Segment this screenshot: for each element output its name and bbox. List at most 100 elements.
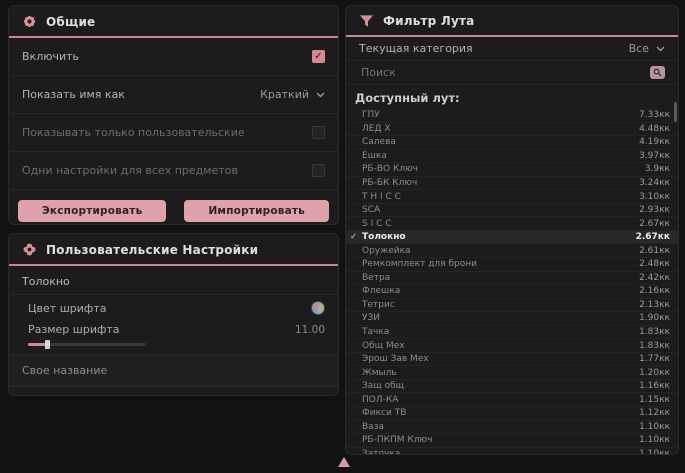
loot-list-item[interactable]: Жмыль1.20кк	[346, 366, 678, 380]
loot-item-value: 1.12кк	[639, 408, 670, 418]
loot-item-value: 1.10кк	[639, 435, 670, 445]
name-display-value: Краткий	[260, 88, 309, 101]
export-button[interactable]: Экспортировать	[18, 200, 166, 222]
font-size-slider-wrap	[9, 338, 338, 355]
font-size-slider[interactable]	[28, 343, 146, 346]
general-panel-header: Общие	[9, 6, 338, 36]
funnel-icon	[359, 14, 374, 28]
loot-item-value: 1.15кк	[639, 395, 670, 405]
panel-general: Общие Включить Показать имя как Краткий …	[8, 5, 339, 225]
loot-item-value: 1.83кк	[639, 327, 670, 337]
name-display-dropdown[interactable]: Краткий	[260, 88, 325, 101]
gear-icon	[22, 14, 37, 29]
loot-item-name: Фикси ТВ	[362, 408, 639, 418]
loot-item-name: Заточка	[362, 449, 639, 455]
import-export-row: Экспортировать Импортировать	[9, 190, 338, 225]
same-settings-checkbox[interactable]	[312, 164, 325, 177]
import-button[interactable]: Импортировать	[184, 200, 329, 222]
enable-checkbox[interactable]	[312, 50, 325, 63]
loot-item-name: SCA	[362, 205, 639, 215]
loot-list-item[interactable]: Салева4.19кк	[346, 136, 678, 150]
font-size-row: Размер шрифта 11.00	[9, 317, 338, 338]
panel-custom-settings: Пользовательские Настройки Толокно Цвет …	[8, 233, 339, 396]
loot-list-item[interactable]: ГПУ7.33кк	[346, 109, 678, 123]
loot-item-name: РБ-ПКПМ Ключ	[362, 435, 639, 445]
loot-list-item[interactable]: Ваза1.10кк	[346, 421, 678, 435]
category-value: Все	[629, 42, 649, 55]
custom-panel-header: Пользовательские Настройки	[9, 234, 338, 264]
custom-name-input[interactable]	[9, 355, 338, 387]
loot-item-value: 1.10кк	[639, 449, 670, 455]
category-row: Текущая категория Все	[346, 37, 678, 61]
loot-list-item[interactable]: Фикси ТВ1.12кк	[346, 407, 678, 421]
delete-row: Удалить	[9, 387, 338, 396]
name-display-row: Показать имя как Краткий	[9, 76, 338, 114]
loot-item-name: ГПУ	[362, 110, 639, 120]
category-dropdown[interactable]: Все	[629, 42, 665, 55]
loot-item-name: РБ-ВО Ключ	[362, 164, 645, 174]
loot-item-value: 2.67кк	[636, 232, 670, 242]
flower-icon	[22, 242, 37, 257]
color-picker-icon[interactable]	[311, 301, 325, 315]
loot-list-item[interactable]: Ремкомплект для брони2.48кк	[346, 258, 678, 272]
loot-item-value: 1.90кк	[639, 313, 670, 323]
loot-list-item[interactable]: РБ-ПКПМ Ключ1.10кк	[346, 434, 678, 448]
loot-list-item[interactable]: Ешка3.97кк	[346, 150, 678, 164]
general-panel-title: Общие	[46, 15, 95, 29]
slider-handle[interactable]	[45, 340, 50, 349]
loot-panel-title: Фильтр Лута	[383, 14, 474, 28]
loot-item-name: Защ общ	[362, 381, 639, 391]
loot-item-name: Ешка	[362, 151, 639, 161]
loot-list-item[interactable]: SCA2.93кк	[346, 204, 678, 218]
loot-item-name: Оружейка	[362, 246, 639, 256]
loot-item-value: 2.16кк	[639, 286, 670, 296]
loot-list-item[interactable]: Флешка2.16кк	[346, 285, 678, 299]
loot-item-value: 2.48кк	[639, 259, 670, 269]
scrollbar-thumb[interactable]	[674, 102, 677, 122]
loot-item-value: 1.20кк	[639, 368, 670, 378]
loot-list: ГПУ7.33ккЛЕД Х4.48ккСалева4.19ккЕшка3.97…	[346, 109, 678, 455]
loot-list-item[interactable]: ✓Толокно2.67кк	[346, 231, 678, 245]
loot-item-name: Тачка	[362, 327, 639, 337]
loot-list-item[interactable]: Общ Мех1.83кк	[346, 339, 678, 353]
loot-list-item[interactable]: T H I C C3.10кк	[346, 190, 678, 204]
search-input[interactable]	[359, 65, 603, 80]
loot-item-value: 4.19кк	[639, 137, 670, 147]
custom-only-label: Показывать только пользовательские	[22, 126, 245, 139]
loot-list-item[interactable]: Эрош Зав Мех1.77кк	[346, 353, 678, 367]
loot-list-item[interactable]: УЗИ1.90кк	[346, 312, 678, 326]
loot-item-name: УЗИ	[362, 313, 639, 323]
loot-list-item[interactable]: Тетрис2.13кк	[346, 299, 678, 313]
enable-label: Включить	[22, 50, 79, 63]
loot-item-value: 1.10кк	[639, 422, 670, 432]
loot-list-item[interactable]: ЛЕД Х4.48кк	[346, 123, 678, 137]
loot-list-item[interactable]: ПОЛ-КА1.15кк	[346, 393, 678, 407]
enable-row: Включить	[9, 38, 338, 76]
loot-list-item[interactable]: Защ общ1.16кк	[346, 380, 678, 394]
loot-list-item[interactable]: Заточка1.10кк	[346, 448, 678, 455]
loot-list-item[interactable]: Ветра2.42кк	[346, 272, 678, 286]
loot-item-value: 7.33кк	[639, 110, 670, 120]
mod-settings-window: Общие Включить Показать имя как Краткий …	[0, 0, 685, 473]
search-icon[interactable]	[650, 66, 665, 79]
loot-list-item[interactable]: Тачка1.83кк	[346, 326, 678, 340]
loot-list-item[interactable]: S I C C2.67кк	[346, 217, 678, 231]
name-display-label: Показать имя как	[22, 88, 125, 101]
search-row	[346, 61, 678, 85]
loot-item-name: Ваза	[362, 422, 639, 432]
loot-list-item[interactable]: РБ-ВО Ключ3.9кк	[346, 163, 678, 177]
loot-item-value: 1.83кк	[639, 341, 670, 351]
custom-only-checkbox[interactable]	[312, 126, 325, 139]
loot-item-name: Флешка	[362, 286, 639, 296]
loot-item-value: 1.16кк	[639, 381, 670, 391]
loot-item-name: Салева	[362, 137, 639, 147]
loot-list-item[interactable]: РБ-БК Ключ3.24кк	[346, 177, 678, 191]
loot-item-name: Жмыль	[362, 368, 639, 378]
custom-only-row: Показывать только пользовательские	[9, 114, 338, 152]
panel-loot-filter: Фильтр Лута Текущая категория Все Доступ…	[345, 5, 679, 455]
loot-item-value: 2.13кк	[639, 300, 670, 310]
loot-list-item[interactable]: Оружейка2.61кк	[346, 244, 678, 258]
collapse-handle-icon[interactable]	[338, 457, 350, 467]
loot-item-value: 2.61кк	[639, 246, 670, 256]
loot-item-name: Эрош Зав Мех	[362, 354, 639, 364]
